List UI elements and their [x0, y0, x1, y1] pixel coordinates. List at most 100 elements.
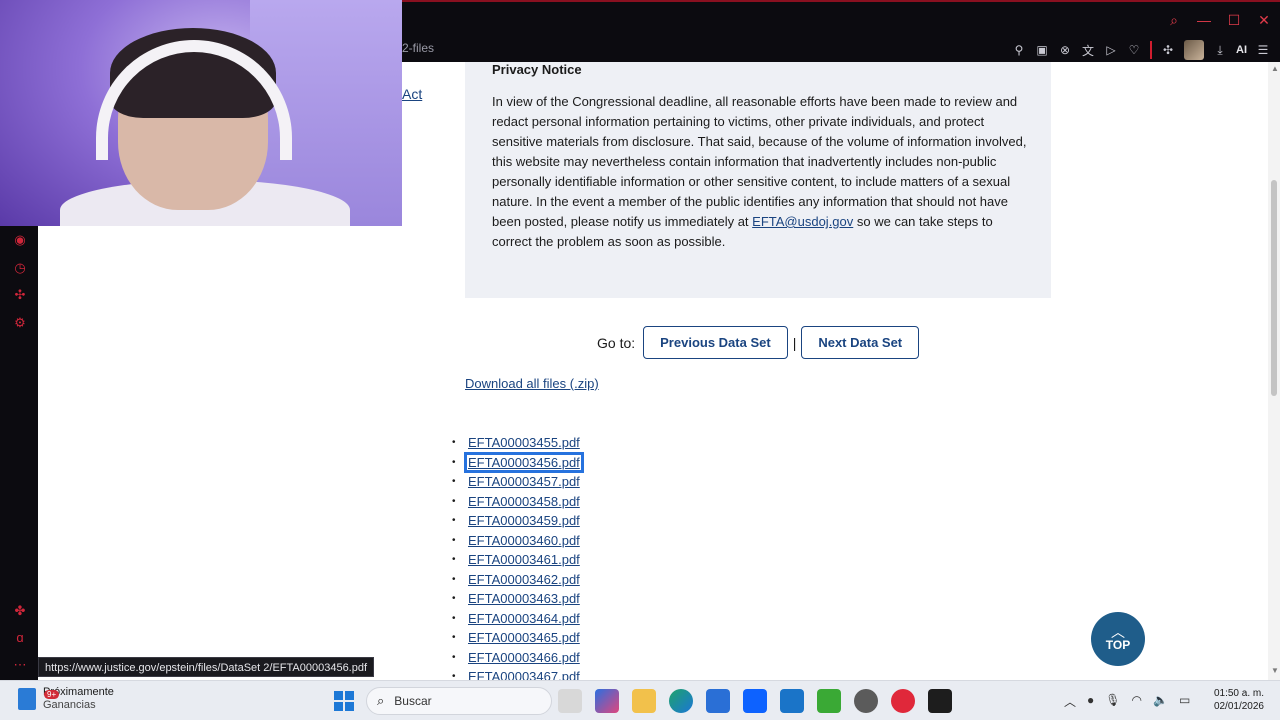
- microphone-icon[interactable]: 🎙: [1105, 693, 1120, 710]
- file-link[interactable]: EFTA00003465.pdf: [467, 630, 581, 645]
- bullet: •: [452, 456, 456, 468]
- notification-badge: 9+: [44, 690, 60, 699]
- browser-toolbar: ⚲ ▣ ⊗ 文 ▷ ♡ ✣ ⤓ AI ☰: [1012, 40, 1270, 60]
- bullet: •: [452, 573, 456, 585]
- notice-text-1: In view of the Congressional deadline, a…: [492, 94, 1027, 229]
- file-link[interactable]: EFTA00003461.pdf: [467, 552, 581, 567]
- file-link[interactable]: EFTA00003456.pdf: [464, 451, 584, 473]
- file-list-item: • EFTA00003457.pdf: [452, 472, 581, 492]
- player-icon[interactable]: ◉: [12, 232, 28, 248]
- act-link[interactable]: Act: [402, 86, 422, 102]
- email-link[interactable]: EFTA@usdoj.gov: [752, 214, 853, 229]
- tab-title-fragment[interactable]: 2-files: [402, 41, 434, 55]
- extensions-sidebar-icon[interactable]: ✣: [12, 287, 28, 303]
- battery-icon[interactable]: ▭: [1179, 693, 1190, 710]
- dataset-navigation: Go to: Previous Data Set | Next Data Set: [597, 326, 920, 359]
- vscode-icon[interactable]: [780, 689, 804, 713]
- next-data-set-button[interactable]: Next Data Set: [801, 326, 920, 359]
- download-icon[interactable]: ⤓: [1213, 43, 1227, 58]
- more-icon[interactable]: ⋯: [12, 657, 28, 673]
- scroll-thumb[interactable]: [1271, 180, 1277, 396]
- pinboard-icon[interactable]: ✤: [12, 603, 28, 619]
- taskbar-search[interactable]: ⌕ Buscar: [366, 687, 552, 715]
- tray-app-icon[interactable]: ●: [1087, 693, 1094, 710]
- edge-icon[interactable]: [669, 689, 693, 713]
- chevron-up-icon: ︿: [1111, 624, 1125, 640]
- file-list-item: • EFTA00003456.pdf: [452, 451, 584, 473]
- file-link[interactable]: EFTA00003457.pdf: [467, 474, 581, 489]
- file-link[interactable]: EFTA00003466.pdf: [467, 650, 581, 665]
- ai-button[interactable]: AI: [1236, 44, 1247, 56]
- maximize-icon[interactable]: ☐: [1226, 12, 1242, 29]
- file-link[interactable]: EFTA00003463.pdf: [467, 591, 581, 606]
- file-link[interactable]: EFTA00003460.pdf: [467, 533, 581, 548]
- back-to-top-button[interactable]: ︿ TOP: [1091, 612, 1145, 666]
- goto-label: Go to:: [597, 334, 636, 351]
- pin-icon[interactable]: ⚲: [1012, 43, 1026, 57]
- download-all-link[interactable]: Download all files (.zip): [465, 376, 599, 391]
- snapshot-icon[interactable]: ▣: [1035, 43, 1049, 57]
- file-list-item: • EFTA00003464.pdf: [452, 609, 581, 629]
- bullet: •: [452, 476, 456, 488]
- file-list-item: • EFTA00003458.pdf: [452, 492, 581, 512]
- bullet: •: [452, 554, 456, 566]
- minimize-icon[interactable]: —: [1196, 12, 1212, 29]
- close-icon[interactable]: ✕: [1256, 12, 1272, 29]
- gx-icon[interactable]: ɑ: [12, 630, 28, 646]
- file-list-item: • EFTA00003461.pdf: [452, 550, 581, 570]
- extension-avatar[interactable]: [1184, 40, 1204, 60]
- weather-subtitle: Ganancias: [43, 699, 96, 711]
- weather-widget[interactable]: 9+ Próximamente Ganancias: [18, 686, 114, 712]
- scroll-down-icon[interactable]: ▼: [1271, 667, 1279, 675]
- privacy-notice: Privacy Notice In view of the Congressio…: [465, 62, 1051, 298]
- history-icon[interactable]: ◷: [12, 260, 28, 276]
- file-link[interactable]: EFTA00003455.pdf: [467, 435, 581, 450]
- goto-separator: |: [792, 334, 797, 351]
- adblock-icon[interactable]: ⊗: [1058, 43, 1072, 57]
- start-button[interactable]: [334, 691, 354, 711]
- file-list-item: • EFTA00003463.pdf: [452, 589, 581, 609]
- clock-time: 01:50 a. m.: [1213, 688, 1264, 699]
- bullet: •: [452, 534, 456, 546]
- scrollbar[interactable]: ▲ ▼: [1268, 62, 1280, 680]
- file-list-item: • EFTA00003465.pdf: [452, 628, 581, 648]
- taskbar-apps: [558, 689, 952, 713]
- extensions-icon[interactable]: ✣: [1161, 43, 1175, 57]
- file-link[interactable]: EFTA00003458.pdf: [467, 494, 581, 509]
- file-explorer-icon[interactable]: [632, 689, 656, 713]
- file-list-item: • EFTA00003459.pdf: [452, 511, 581, 531]
- clock-date: 02/01/2026: [1213, 701, 1264, 712]
- chevron-up-icon[interactable]: ︿: [1064, 693, 1076, 710]
- dropbox-icon[interactable]: [743, 689, 767, 713]
- minecraft-icon[interactable]: [817, 689, 841, 713]
- file-link[interactable]: EFTA00003459.pdf: [467, 513, 581, 528]
- translate-icon[interactable]: 文: [1081, 42, 1095, 59]
- wifi-icon[interactable]: ◠: [1132, 693, 1142, 710]
- settings-icon[interactable]: ⚙: [12, 315, 28, 331]
- settings-app-icon[interactable]: [854, 689, 878, 713]
- file-link[interactable]: EFTA00003462.pdf: [467, 572, 581, 587]
- file-link[interactable]: EFTA00003464.pdf: [467, 611, 581, 626]
- previous-data-set-button[interactable]: Previous Data Set: [643, 326, 788, 359]
- game-launcher-icon[interactable]: [928, 689, 952, 713]
- file-list-item: • EFTA00003462.pdf: [452, 570, 581, 590]
- search-icon[interactable]: ⌕: [1166, 12, 1182, 29]
- file-app-icon[interactable]: [558, 689, 582, 713]
- file-list-item: • EFTA00003466.pdf: [452, 648, 581, 668]
- store-icon[interactable]: [706, 689, 730, 713]
- heart-icon[interactable]: ♡: [1127, 43, 1141, 57]
- toolbar-divider: [1150, 41, 1152, 59]
- bullet: •: [452, 632, 456, 644]
- copilot-icon[interactable]: [595, 689, 619, 713]
- webcam-overlay: [0, 0, 402, 226]
- clock[interactable]: 01:50 a. m. 02/01/2026: [1206, 687, 1264, 713]
- opera-gx-icon[interactable]: [891, 689, 915, 713]
- volume-icon[interactable]: 🔈: [1153, 693, 1168, 710]
- menu-icon[interactable]: ☰: [1256, 43, 1270, 57]
- bullet: •: [452, 593, 456, 605]
- file-list-item: • EFTA00003460.pdf: [452, 531, 581, 551]
- windows-taskbar: 9+ Próximamente Ganancias ⌕ Buscar ︿ ● 🎙…: [0, 680, 1280, 720]
- scroll-up-icon[interactable]: ▲: [1271, 65, 1279, 73]
- play-icon[interactable]: ▷: [1104, 43, 1118, 57]
- status-url: https://www.justice.gov/epstein/files/Da…: [38, 657, 375, 677]
